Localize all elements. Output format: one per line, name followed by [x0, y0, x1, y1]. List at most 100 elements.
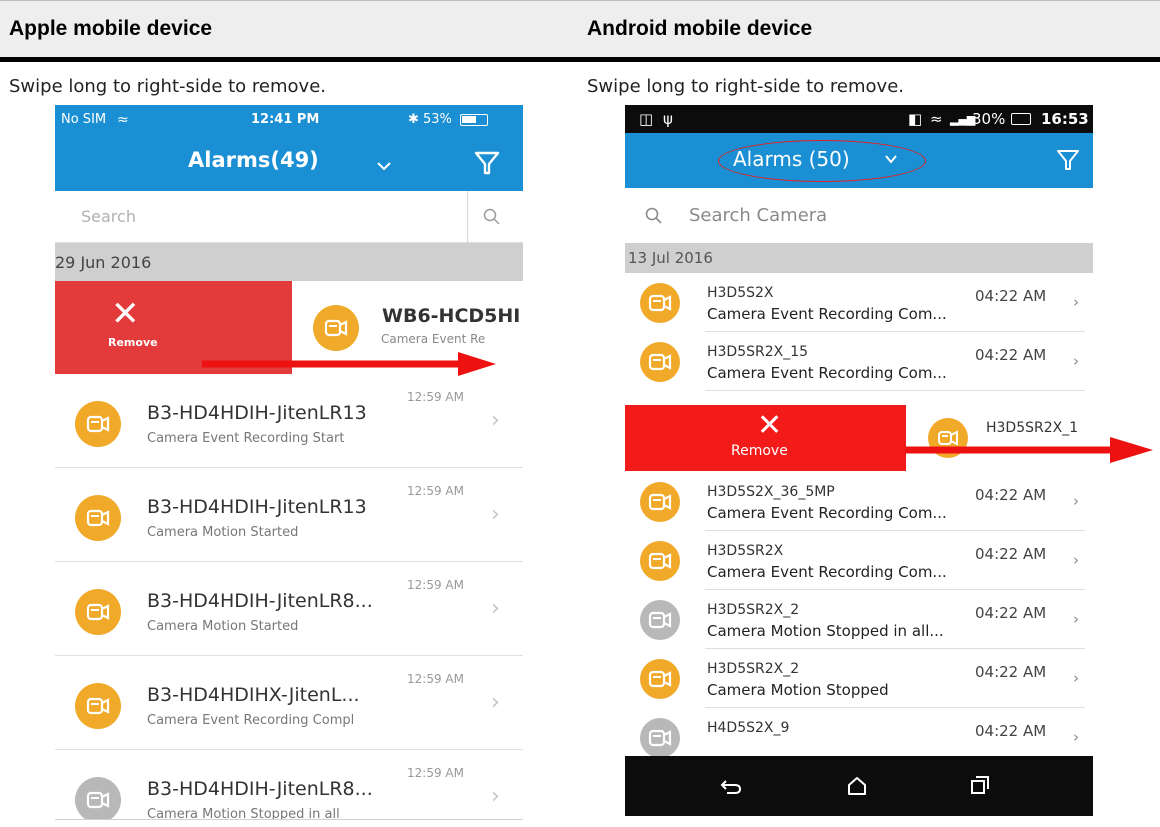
chevron-right-icon: › [491, 784, 500, 809]
list-item[interactable]: B3-HD4HDIH-JitenLR8... Camera Motion Stop… [55, 750, 523, 819]
remove-label: Remove [731, 443, 788, 459]
clock: 16:53 [1041, 110, 1089, 128]
chevron-right-icon: › [491, 690, 500, 715]
list-item[interactable]: B3-HD4HDIH-JitenLR13 Camera Motion Starte… [55, 468, 523, 562]
item-title: B3-HD4HDIH-JitenLR8... [147, 778, 373, 800]
search-input[interactable]: Search Camera [689, 205, 827, 226]
item-title: H3D5SR2X_2 [707, 661, 800, 677]
item-subtitle: Camera Event Recording Com... [707, 305, 947, 323]
chevron-down-icon[interactable] [377, 161, 391, 171]
android-nav-bar: Alarms (50) [625, 133, 1093, 188]
carrier-label: No SIM [61, 112, 107, 127]
header-android: Android mobile device [587, 17, 813, 40]
list-item[interactable]: H3D5S2X Camera Event Recording Com... 04:2… [625, 273, 1093, 332]
search-input[interactable]: Search [81, 207, 136, 226]
item-subtitle: Camera Motion Stopped in all... [707, 622, 944, 640]
battery-icon [460, 114, 488, 126]
instruction-android: Swipe long to right-side to remove. [587, 76, 904, 97]
camera-icon [313, 305, 359, 351]
clock: 12:41 PM [251, 112, 320, 127]
camera-icon [640, 718, 680, 758]
item-time: 04:22 AM [975, 663, 1047, 681]
swiped-item-title: H3D5SR2X_1 [986, 420, 1079, 436]
item-title: B3-HD4HDIH-JitenLR13 [147, 402, 367, 424]
close-icon: ✕ [757, 408, 783, 443]
date-header: 29 Jun 2016 [55, 243, 523, 281]
search-bar[interactable]: Search Camera [625, 188, 1093, 243]
usb-icon: ψ [663, 110, 673, 128]
filter-icon[interactable] [473, 149, 501, 177]
camera-icon [75, 495, 121, 541]
camera-icon [640, 283, 680, 323]
chevron-right-icon: › [1073, 669, 1079, 687]
search-divider [467, 191, 468, 243]
item-subtitle: Camera Event Recording Com... [707, 504, 947, 522]
item-time: 04:22 AM [975, 545, 1047, 563]
ios-status-bar: No SIM ≈ 12:41 PM ✱ 53% [55, 105, 523, 135]
chevron-right-icon: › [1073, 492, 1079, 510]
item-title: H4D5S2X_9 [707, 720, 790, 736]
list-item[interactable]: B3-HD4HDIH-JitenLR13 Camera Event Recordi… [55, 374, 523, 468]
search-bar[interactable]: Search [55, 191, 523, 243]
camera-icon [640, 541, 680, 581]
search-icon[interactable] [483, 208, 501, 226]
list-item[interactable]: H3D5SR2X_15 Camera Event Recording Com...… [625, 332, 1093, 391]
camera-icon [75, 401, 121, 447]
item-title: H3D5S2X [707, 285, 774, 301]
bluetooth-icon: ✱ [408, 112, 419, 127]
item-title: H3D5S2X_36_5MP [707, 484, 835, 500]
item-subtitle: Camera Event Recording Compl [147, 713, 355, 728]
item-subtitle: Camera Motion Started [147, 619, 299, 634]
android-status-bar: ◫ ψ ◧ ≈ ▂▄▆ 30% 16:53 [625, 105, 1093, 133]
highlight-ellipse [718, 140, 926, 182]
list-item[interactable]: H3D5SR2X Camera Event Recording Com... 04:… [625, 531, 1093, 590]
list-item[interactable]: H3D5SR2X_2 Camera Motion Stopped in all..… [625, 590, 1093, 649]
remove-button[interactable]: ✕ Remove [625, 405, 906, 471]
item-time: 04:22 AM [975, 287, 1047, 305]
list-item[interactable]: B3-HD4HDIHX-JitenL... Camera Event Record… [55, 656, 523, 750]
search-icon[interactable] [645, 207, 663, 225]
home-icon[interactable] [847, 776, 867, 796]
camera-icon [75, 777, 121, 819]
item-time: 12:59 AM [407, 766, 464, 780]
chevron-right-icon: › [1073, 293, 1079, 311]
android-system-nav [625, 756, 1093, 816]
item-time: 12:59 AM [407, 672, 464, 686]
page-title[interactable]: Alarms(49) [188, 148, 319, 172]
item-subtitle: Camera Event Recording Start [147, 431, 345, 446]
item-time: 12:59 AM [407, 578, 464, 592]
item-time: 04:22 AM [975, 722, 1047, 740]
back-icon[interactable] [720, 776, 742, 796]
chevron-right-icon: › [1073, 728, 1079, 746]
close-icon: ✕ [111, 294, 140, 334]
item-title: B3-HD4HDIH-JitenLR8... [147, 590, 373, 612]
camera-icon [640, 659, 680, 699]
item-title: B3-HD4HDIH-JitenLR13 [147, 496, 367, 518]
item-subtitle: Camera Event Recording Com... [707, 563, 947, 581]
swipe-arrow-apple [202, 352, 496, 376]
battery-percent: 53% [423, 112, 452, 127]
date-header: 13 Jul 2016 [625, 243, 1093, 273]
list-item[interactable]: H3D5SR2X_2 Camera Motion Stopped 04:22 AM › [625, 649, 1093, 708]
item-time: 04:22 AM [975, 604, 1047, 622]
camera-icon [640, 342, 680, 382]
filter-icon[interactable] [1056, 148, 1080, 172]
camera-icon [640, 600, 680, 640]
chevron-right-icon: › [1073, 352, 1079, 370]
item-subtitle: Camera Event Recording Com... [707, 364, 947, 382]
camera-icon [640, 482, 680, 522]
list-item[interactable]: B3-HD4HDIH-JitenLR8... Camera Motion Star… [55, 562, 523, 656]
instruction-apple: Swipe long to right-side to remove. [9, 76, 326, 97]
ios-screenshot: No SIM ≈ 12:41 PM ✱ 53% Alarms(49) Searc… [55, 105, 523, 820]
item-time: 04:22 AM [975, 486, 1047, 504]
remove-label: Remove [108, 336, 158, 349]
camera-icon [75, 683, 121, 729]
swipe-arrow-android [905, 437, 1153, 463]
list-item[interactable]: H3D5S2X_36_5MP Camera Event Recording Com… [625, 472, 1093, 531]
chevron-right-icon: › [491, 596, 500, 621]
item-subtitle: Camera Motion Stopped [707, 681, 889, 699]
item-subtitle: Camera Motion Started [147, 525, 299, 540]
item-title: H3D5SR2X_2 [707, 602, 800, 618]
item-title: H3D5SR2X_15 [707, 344, 809, 360]
recents-icon[interactable] [970, 775, 990, 795]
